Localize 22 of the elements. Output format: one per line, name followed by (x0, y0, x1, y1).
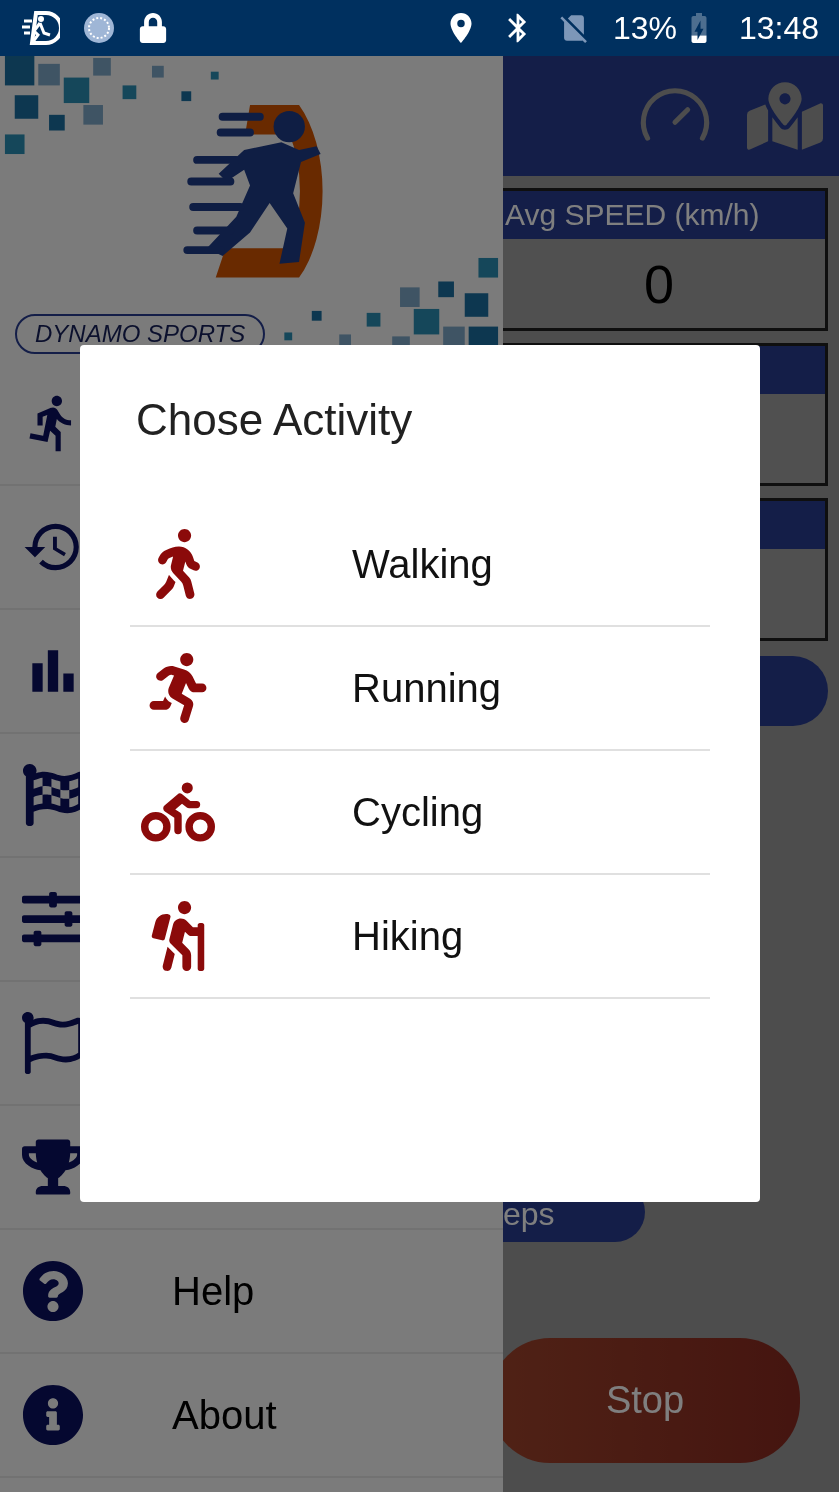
stat-title: Avg SPEED (km/h) (505, 198, 760, 232)
info-icon (21, 1384, 84, 1446)
activity-option[interactable]: Running (130, 627, 710, 751)
activity-label: Cycling (352, 789, 484, 835)
sync-icon (82, 11, 116, 45)
activity-label: Walking (352, 541, 493, 587)
drawer-item-label: About (172, 1392, 277, 1438)
stat-value: 0 (643, 252, 674, 315)
app-logo-icon (22, 9, 60, 47)
help-icon (21, 1260, 84, 1322)
activity-label: Hiking (352, 913, 464, 959)
battery-percent: 13% (612, 9, 677, 47)
activity-option[interactable]: Walking (130, 503, 710, 627)
activity-option[interactable]: Cycling (130, 751, 710, 875)
dialog-title: Chose Activity (136, 395, 413, 445)
drawer-item-label: Help (172, 1268, 255, 1314)
activity-option[interactable]: Hiking (130, 875, 710, 999)
activity-label: Running (352, 665, 501, 711)
lock-icon (138, 13, 168, 43)
drawer-item[interactable]: Help (0, 1230, 503, 1354)
drawer-item[interactable]: About (0, 1354, 503, 1478)
clock: 13:48 (738, 9, 819, 47)
